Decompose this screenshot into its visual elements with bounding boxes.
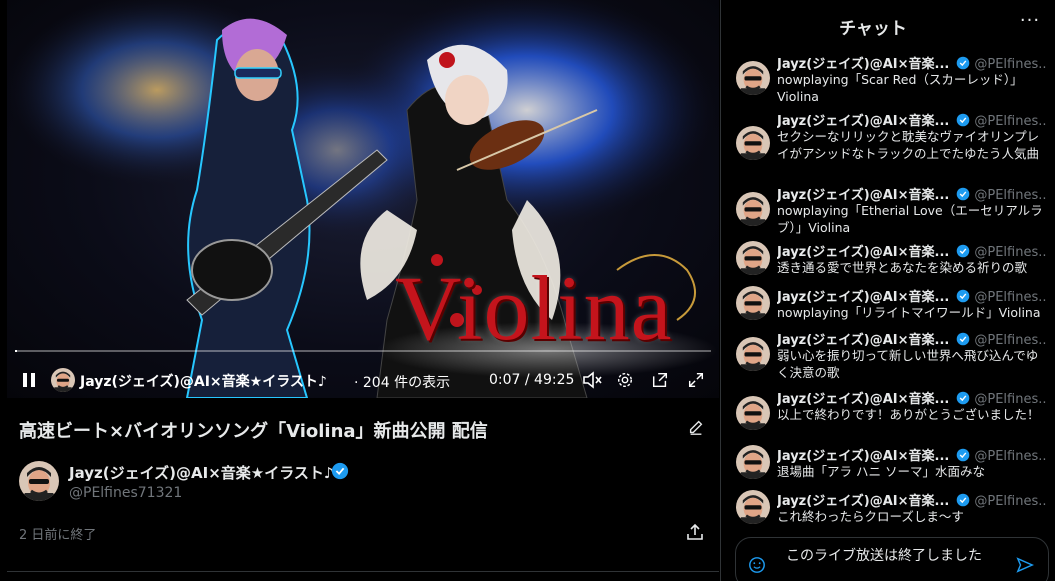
divider bbox=[7, 571, 719, 572]
verified-badge-icon bbox=[956, 56, 970, 70]
pause-button[interactable] bbox=[19, 370, 39, 390]
avatar-image bbox=[19, 461, 59, 501]
avatar[interactable] bbox=[19, 461, 59, 501]
chat-message-header: Jayz(ジェイズ)@AI×音楽... @PElfines... bbox=[777, 329, 1047, 347]
verified-badge-icon bbox=[331, 462, 349, 480]
verified-badge-icon bbox=[956, 332, 970, 346]
verified-badge-icon bbox=[956, 187, 970, 201]
chat-author-handle[interactable]: @PElfines... bbox=[974, 333, 1047, 347]
chat-author-handle[interactable]: @PElfines... bbox=[974, 57, 1047, 71]
chat-author-name[interactable]: Jayz(ジェイズ)@AI×音楽... bbox=[777, 245, 949, 259]
avatar[interactable] bbox=[736, 286, 770, 320]
stream-title: 高速ビート×バイオリンソング「Violina」新曲公開 配信 bbox=[19, 421, 488, 442]
emoji-button[interactable] bbox=[748, 556, 766, 574]
chat-author-name[interactable]: Jayz(ジェイズ)@AI×音楽... bbox=[777, 333, 949, 347]
verified-badge-icon bbox=[956, 289, 970, 303]
chat-message-header: Jayz(ジェイズ)@AI×音楽... @PElfines... bbox=[777, 388, 1047, 406]
host-handle[interactable]: @PElfines71321 bbox=[69, 485, 182, 501]
verified-badge-icon bbox=[956, 113, 970, 127]
chat-author-handle[interactable]: @PElfines... bbox=[974, 245, 1047, 259]
chat-author-handle[interactable]: @PElfines... bbox=[974, 494, 1047, 508]
chat-input-box[interactable]: このライブ放送は終了しました bbox=[735, 537, 1049, 581]
verified-badge-icon bbox=[956, 448, 970, 462]
chat-author-name[interactable]: Jayz(ジェイズ)@AI×音楽... bbox=[777, 449, 949, 463]
chat-message-text: nowplaying「Etherial Love（エーセリアルラブ）」Violi… bbox=[777, 203, 1043, 235]
video-player[interactable]: Violina Jayz(ジェイズ)@AI×音楽★イラスト♪ · 204 件の表… bbox=[7, 0, 719, 398]
chat-panel: チャット ··· Jayz(ジェイズ)@AI×音楽... @PElfines...… bbox=[720, 0, 1055, 581]
chat-message-header: Jayz(ジェイズ)@AI×音楽... @PElfines... bbox=[777, 286, 1047, 304]
chat-input[interactable]: このライブ放送は終了しました bbox=[786, 546, 998, 566]
verified-badge-icon bbox=[956, 244, 970, 258]
popout-button[interactable] bbox=[650, 370, 670, 390]
share-button[interactable] bbox=[685, 522, 705, 542]
chat-author-handle[interactable]: @PElfines... bbox=[974, 114, 1047, 128]
chat-message-text: 弱い心を振り切って新しい世界へ飛び込んでゆく決意の歌 bbox=[777, 348, 1039, 380]
avatar[interactable] bbox=[51, 368, 75, 392]
emoji-icon bbox=[749, 557, 765, 573]
chat-message-text: 透き通る愛で世界とあなたを染める祈りの歌 bbox=[777, 260, 1028, 275]
fullscreen-icon bbox=[688, 372, 704, 388]
view-count: · 204 件の表示 bbox=[354, 375, 451, 391]
popout-icon bbox=[652, 372, 668, 388]
chat-author-name[interactable]: Jayz(ジェイズ)@AI×音楽... bbox=[777, 290, 949, 304]
host-name[interactable]: Jayz(ジェイズ)@AI×音楽★イラスト♪ bbox=[69, 462, 334, 483]
chat-message-text: これ終わったらクローズしま〜す bbox=[777, 509, 964, 524]
progress-fill bbox=[15, 350, 17, 352]
chat-author-name[interactable]: Jayz(ジェイズ)@AI×音楽... bbox=[777, 494, 949, 508]
avatar[interactable] bbox=[736, 241, 770, 275]
share-icon bbox=[687, 523, 703, 540]
time-readout: 0:07 / 49:25 bbox=[489, 372, 575, 388]
chat-author-handle[interactable]: @PElfines... bbox=[974, 392, 1047, 406]
avatar-image bbox=[51, 368, 75, 392]
chat-author-handle[interactable]: @PElfines... bbox=[974, 188, 1047, 202]
chat-message-header: Jayz(ジェイズ)@AI×音楽... @PElfines... bbox=[777, 53, 1047, 71]
edit-button[interactable] bbox=[687, 418, 705, 436]
pencil-icon bbox=[689, 420, 703, 435]
chat-message-text: 以上で終わりです！ありがとうございました！ bbox=[777, 407, 1040, 422]
author-name[interactable]: Jayz(ジェイズ)@AI×音楽★イラスト♪ bbox=[80, 371, 327, 391]
chat-message-header: Jayz(ジェイズ)@AI×音楽... @PElfines... bbox=[777, 490, 1047, 508]
more-options-button[interactable]: ··· bbox=[1019, 12, 1041, 36]
verified-badge-icon bbox=[956, 493, 970, 507]
avatar[interactable] bbox=[736, 490, 770, 524]
chat-author-name[interactable]: Jayz(ジェイズ)@AI×音楽... bbox=[777, 57, 949, 71]
settings-button[interactable] bbox=[615, 370, 635, 390]
send-button[interactable] bbox=[1016, 556, 1034, 574]
ended-status: 2 日前に終了 bbox=[19, 528, 97, 543]
chat-message-header: Jayz(ジェイズ)@AI×音楽... @PElfines... bbox=[777, 184, 1047, 202]
chat-message-header: Jayz(ジェイズ)@AI×音楽... @PElfines... bbox=[777, 241, 1047, 259]
chat-author-name[interactable]: Jayz(ジェイズ)@AI×音楽... bbox=[777, 114, 949, 128]
video-column: Violina Jayz(ジェイズ)@AI×音楽★イラスト♪ · 204 件の表… bbox=[0, 0, 720, 581]
gear-icon bbox=[617, 372, 633, 388]
chat-author-name[interactable]: Jayz(ジェイズ)@AI×音楽... bbox=[777, 392, 949, 406]
chat-author-handle[interactable]: @PElfines... bbox=[974, 449, 1047, 463]
avatar[interactable] bbox=[736, 396, 770, 430]
player-controls: Jayz(ジェイズ)@AI×音楽★イラスト♪ · 204 件の表示 0:07 /… bbox=[7, 362, 719, 398]
avatar[interactable] bbox=[736, 337, 770, 371]
chat-message-text: nowplaying「Scar Red（スカーレッド）」Violina bbox=[777, 72, 1023, 104]
pause-icon bbox=[23, 373, 35, 387]
verified-badge-icon bbox=[956, 391, 970, 405]
chat-message-text: セクシーなリリックと耽美なヴァイオリンプレイがアシッドなトラックの上でたゆたう人… bbox=[777, 129, 1040, 161]
avatar[interactable] bbox=[736, 126, 770, 160]
chat-message-header: Jayz(ジェイズ)@AI×音楽... @PElfines... bbox=[777, 110, 1047, 128]
avatar[interactable] bbox=[736, 445, 770, 479]
avatar[interactable] bbox=[736, 192, 770, 226]
chat-author-name[interactable]: Jayz(ジェイズ)@AI×音楽... bbox=[777, 188, 949, 202]
chat-author-handle[interactable]: @PElfines... bbox=[974, 290, 1047, 304]
send-icon bbox=[1016, 557, 1034, 573]
mute-button[interactable] bbox=[581, 370, 603, 390]
chat-title: チャット bbox=[839, 19, 907, 39]
video-art-title: Violina bbox=[395, 257, 673, 359]
stream-info: 高速ビート×バイオリンソング「Violina」新曲公開 配信 Jayz(ジェイズ… bbox=[7, 398, 719, 581]
fullscreen-button[interactable] bbox=[686, 370, 706, 390]
chat-message-text: nowplaying「リライトマイワールド」Violina bbox=[777, 305, 1041, 320]
progress-bar[interactable] bbox=[15, 350, 711, 352]
chat-message-header: Jayz(ジェイズ)@AI×音楽... @PElfines... bbox=[777, 445, 1047, 463]
mute-icon bbox=[583, 371, 602, 389]
chat-message-text: 退場曲「アラ ハニ ソーマ」水面みな bbox=[777, 464, 985, 479]
avatar[interactable] bbox=[736, 61, 770, 95]
